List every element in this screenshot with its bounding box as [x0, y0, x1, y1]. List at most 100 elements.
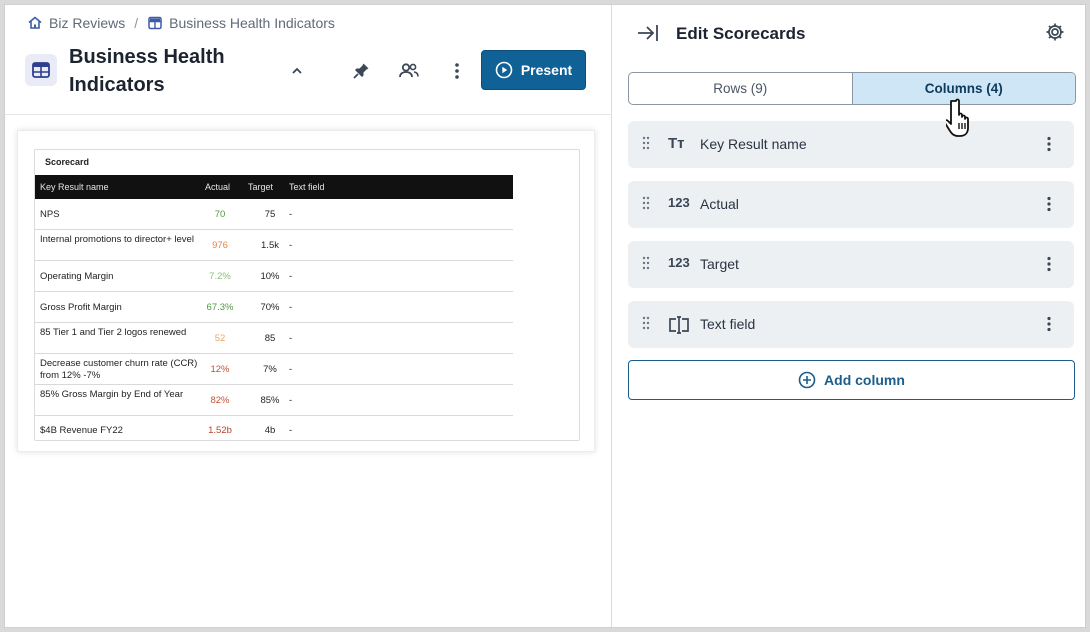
text-type-icon: Tт [668, 135, 685, 152]
row-target: 4b [264, 425, 276, 436]
scorecard-widget: Scorecard Key Result name Actual Target … [34, 149, 580, 441]
share-users-button[interactable] [393, 55, 425, 87]
row-text: - [289, 302, 293, 313]
kebab-menu-icon[interactable] [1046, 135, 1052, 153]
pin-button[interactable] [345, 55, 377, 87]
drag-handle-icon[interactable] [642, 256, 650, 270]
present-button[interactable]: Present [481, 50, 586, 90]
column-header: Text field [289, 182, 325, 192]
home-icon [28, 16, 42, 29]
hand-pointer-icon [946, 98, 969, 137]
table-row: Gross Profit Margin 67.3% 70% - [35, 292, 513, 323]
title-row: Business Health Indicators Present [25, 43, 591, 101]
panel-title: Edit Scorecards [676, 24, 806, 43]
row-actual: 70 [214, 209, 226, 220]
row-text: - [289, 240, 293, 251]
settings-button[interactable] [1044, 21, 1066, 48]
breadcrumb-current[interactable]: Business Health Indicators [169, 15, 335, 31]
column-item-target[interactable]: 123 Target [628, 241, 1074, 288]
table-row: Decrease customer churn rate (CCR) from … [35, 354, 513, 385]
edit-scorecards-panel: Edit Scorecards Rows (9) Columns (4) Tт … [611, 5, 1085, 627]
text-field-icon [669, 316, 689, 334]
row-name: Gross Profit Margin [40, 302, 122, 313]
scorecard-title: Scorecard [45, 157, 90, 167]
collapse-panel-button[interactable] [636, 21, 660, 50]
row-actual: 1.52b [208, 425, 232, 436]
column-item-key-result-name[interactable]: Tт Key Result name [628, 121, 1074, 168]
rows-columns-toggle: Rows (9) Columns (4) [628, 72, 1076, 105]
table-row: Operating Margin 7.2% 10% - [35, 261, 513, 292]
users-icon [399, 63, 419, 78]
row-target: 7% [263, 364, 277, 375]
page-title: Business Health Indicators [69, 46, 225, 96]
row-actual: 52 [214, 333, 226, 344]
row-text: - [289, 395, 293, 406]
column-header: Target [248, 182, 274, 192]
column-label: Text field [700, 316, 756, 332]
number-type-icon: 123 [668, 255, 690, 270]
number-type-icon: 123 [668, 195, 690, 210]
gear-icon [1046, 23, 1064, 41]
row-text: - [289, 425, 293, 436]
scorecard-card[interactable]: Scorecard Key Result name Actual Target … [17, 130, 595, 452]
present-label: Present [520, 62, 573, 78]
play-circle-icon [495, 61, 513, 79]
column-label: Target [700, 256, 739, 272]
tab-rows[interactable]: Rows (9) [629, 73, 852, 104]
chevron-up-icon [292, 67, 302, 74]
row-name: Internal promotions to director+ level [40, 234, 194, 245]
kebab-menu-icon[interactable] [1046, 195, 1052, 213]
row-name: Operating Margin [40, 271, 114, 282]
drag-handle-icon[interactable] [642, 196, 650, 210]
report-canvas: Scorecard Key Result name Actual Target … [5, 116, 611, 627]
row-target: 10% [260, 271, 280, 282]
scorecard-header-row: Key Result name Actual Target Text field [35, 175, 513, 199]
table-row: 85 Tier 1 and Tier 2 logos renewed 52 85… [35, 323, 513, 354]
drag-handle-icon[interactable] [642, 316, 650, 330]
row-target: 70% [260, 302, 280, 313]
row-target: 85 [264, 333, 276, 344]
table-row: 85% Gross Margin by End of Year 82% 85% … [35, 385, 513, 416]
collapse-right-icon [638, 25, 658, 41]
scorecard-icon [25, 54, 57, 86]
report-pane: Biz Reviews / Business Health Indicators… [5, 5, 611, 627]
plus-circle-icon [798, 371, 816, 389]
column-item-text-field[interactable]: Text field [628, 301, 1074, 348]
kebab-menu-icon[interactable] [1046, 255, 1052, 273]
column-header: Key Result name [40, 182, 109, 192]
drag-handle-icon[interactable] [642, 136, 650, 150]
more-options-button[interactable] [441, 55, 473, 87]
collapse-header-button[interactable] [281, 55, 313, 87]
scorecard-icon [148, 16, 162, 30]
add-column-label: Add column [824, 372, 905, 388]
pin-icon [353, 63, 369, 79]
row-target: 75 [264, 209, 276, 220]
row-text: - [289, 271, 293, 282]
column-item-actual[interactable]: 123 Actual [628, 181, 1074, 228]
report-header: Biz Reviews / Business Health Indicators… [5, 5, 611, 115]
table-row: NPS 70 75 - [35, 199, 513, 230]
row-text: - [289, 364, 293, 375]
kebab-menu-icon[interactable] [1046, 315, 1052, 333]
table-row: $4B Revenue FY22 1.52b 4b - [35, 416, 513, 440]
breadcrumb-parent-link[interactable]: Biz Reviews [49, 15, 125, 31]
column-header: Actual [205, 182, 231, 192]
row-text: - [289, 333, 293, 344]
row-actual: 7.2% [209, 271, 231, 282]
row-name: NPS [40, 209, 60, 220]
row-target: 85% [260, 395, 280, 406]
add-column-button[interactable]: Add column [628, 360, 1075, 400]
row-name: Decrease customer churn rate (CCR) from … [40, 358, 198, 381]
row-target: 1.5k [261, 240, 279, 251]
row-actual: 82% [210, 395, 230, 406]
table-row: Internal promotions to director+ level 9… [35, 230, 513, 261]
column-label: Key Result name [700, 136, 807, 152]
row-actual: 12% [210, 364, 230, 375]
breadcrumb: Biz Reviews / Business Health Indicators [27, 15, 335, 31]
row-actual: 976 [212, 240, 228, 251]
kebab-menu-icon [455, 63, 459, 79]
row-actual: 67.3% [206, 302, 234, 313]
row-name: 85% Gross Margin by End of Year [40, 389, 184, 400]
row-name: $4B Revenue FY22 [40, 425, 123, 436]
breadcrumb-separator: / [134, 15, 139, 31]
